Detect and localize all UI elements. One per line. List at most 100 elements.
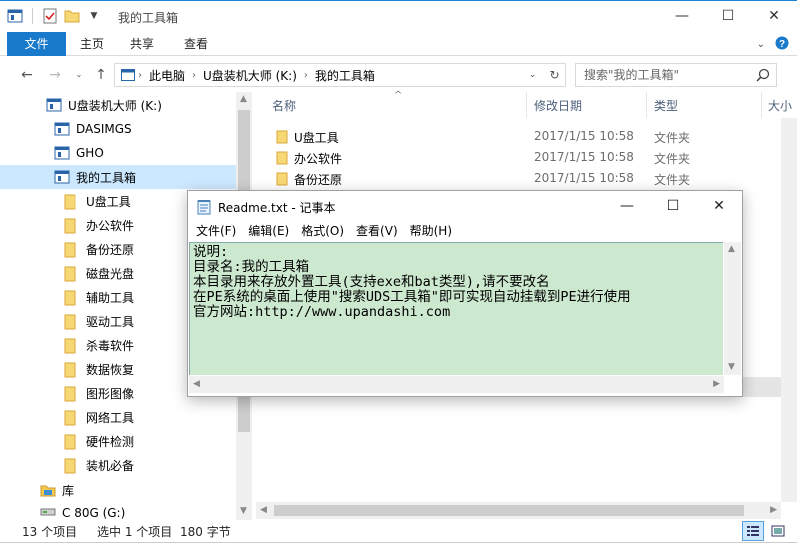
back-button[interactable]: ← [18, 66, 36, 84]
menu-view[interactable]: 查看(V) [350, 221, 404, 241]
tab-file[interactable]: 文件 [7, 32, 66, 56]
file-name: 办公软件 [294, 152, 343, 166]
address-bar[interactable]: › 此电脑 › U盘装机大师 (K:) › 我的工具箱 ⌄ ↻ [114, 63, 566, 87]
customize-toolbar-icon[interactable]: ▼ [85, 7, 103, 25]
address-row: ← → ⌄ ↑ › 此电脑 › U盘装机大师 (K:) › 我的工具箱 ⌄ ↻ … [0, 58, 797, 92]
close-button[interactable]: ✕ [751, 1, 797, 31]
table-row[interactable]: 办公软件 2017/1/15 10:58 文件夹 [256, 147, 797, 168]
folder-icon [64, 458, 80, 474]
ribbon-tabs: 文件 主页 共享 查看 ⌄ ? [0, 32, 797, 56]
menu-edit[interactable]: 编辑(E) [242, 221, 295, 241]
column-header-size[interactable]: 大小 [768, 92, 792, 118]
breadcrumb-separator: › [192, 69, 197, 81]
column-header-date[interactable]: 修改日期 [534, 92, 582, 118]
file-type: 文件夹 [654, 173, 691, 187]
window-title: 我的工具箱 [118, 11, 179, 25]
help-icon[interactable]: ? [775, 36, 789, 53]
quick-access-toolbar: ▼ [6, 7, 103, 25]
nav-item-folder[interactable]: 装机必备 [0, 453, 236, 477]
tab-view[interactable]: 查看 [176, 32, 216, 56]
breadcrumb-current-folder[interactable]: 我的工具箱 [311, 67, 379, 84]
column-divider[interactable] [761, 92, 762, 118]
scroll-right-icon[interactable]: ▶ [770, 505, 777, 515]
notepad-maximize-button[interactable]: ☐ [650, 191, 696, 221]
usb-drive-icon [54, 122, 70, 136]
breadcrumb-separator: › [303, 69, 308, 81]
nav-item-label: 库 [62, 483, 75, 498]
explorer-app-icon[interactable] [6, 7, 24, 25]
notepad-menu-bar: 文件(F) 编辑(E) 格式(O) 查看(V) 帮助(H) [188, 221, 742, 241]
drive-icon [40, 506, 56, 520]
properties-icon[interactable] [41, 7, 59, 25]
details-view-icon[interactable] [742, 521, 764, 541]
menu-help[interactable]: 帮助(H) [404, 221, 458, 241]
scroll-down-icon[interactable]: ▼ [728, 362, 735, 372]
text-line: 官方网站:http://www.upandashi.com [193, 304, 451, 320]
minimize-button[interactable]: — [659, 1, 705, 31]
column-header-type[interactable]: 类型 [654, 92, 678, 118]
forward-button[interactable]: → [46, 66, 64, 84]
nav-item-label: 杀毒软件 [86, 338, 135, 353]
notepad-text-area[interactable]: 说明: 目录名:我的工具箱 本目录用来存放外置工具(支持exe和bat类型),请… [189, 242, 723, 375]
nav-item-drive-g[interactable]: C 80G (G:) [0, 501, 236, 520]
breadcrumb-this-pc[interactable]: 此电脑 [145, 67, 189, 84]
search-input[interactable]: 搜索"我的工具箱" [575, 63, 777, 87]
scroll-up-icon[interactable]: ▲ [240, 94, 247, 104]
maximize-button[interactable]: ☐ [705, 1, 751, 31]
nav-item-label: 备份还原 [86, 242, 135, 257]
usb-drive-icon [46, 98, 62, 112]
address-dropdown-icon[interactable]: ⌄ [521, 64, 543, 86]
notepad-vscrollbar[interactable]: ▲ ▼ [724, 242, 741, 375]
nav-item-label: 磁盘光盘 [86, 266, 135, 281]
usb-drive-icon [54, 170, 70, 184]
scroll-down-icon[interactable]: ▼ [240, 506, 247, 516]
tab-home[interactable]: 主页 [72, 32, 112, 56]
nav-item-label: DASIMGS [76, 122, 132, 136]
table-row[interactable]: U盘工具 2017/1/15 10:58 文件夹 [256, 126, 797, 147]
refresh-icon[interactable]: ↻ [543, 64, 565, 86]
tab-share[interactable]: 共享 [122, 32, 162, 56]
nav-item-usb-drive[interactable]: U盘装机大师 (K:) [0, 93, 236, 117]
menu-format[interactable]: 格式(O) [295, 221, 350, 241]
folder-icon [64, 338, 80, 354]
scroll-up-icon[interactable]: ▲ [728, 244, 735, 254]
folder-icon [64, 434, 80, 450]
hscroll-thumb[interactable] [274, 505, 744, 516]
nav-item-folder[interactable]: 网络工具 [0, 405, 236, 429]
menu-file[interactable]: 文件(F) [190, 221, 242, 241]
new-folder-icon[interactable] [63, 7, 81, 25]
nav-item-gho[interactable]: GHO [0, 141, 236, 165]
breadcrumb-drive[interactable]: U盘装机大师 (K:) [199, 67, 301, 84]
column-header-name[interactable]: 名称 [272, 92, 296, 118]
nav-item-label: C 80G (G:) [62, 506, 126, 520]
notepad-window: Readme.txt - 记事本 — ☐ ✕ 文件(F) 编辑(E) 格式(O)… [187, 190, 743, 397]
expand-ribbon-icon[interactable]: ⌄ [757, 39, 765, 50]
notepad-close-button[interactable]: ✕ [696, 191, 742, 221]
table-row[interactable]: 备份还原 2017/1/15 10:58 文件夹 [256, 168, 797, 189]
column-divider[interactable] [646, 92, 647, 118]
file-name: U盘工具 [294, 131, 339, 145]
scroll-left-icon[interactable]: ◀ [260, 505, 267, 515]
text-line: 本目录用来存放外置工具(支持exe和bat类型),请不要改名 [193, 274, 550, 290]
scroll-right-icon[interactable]: ▶ [713, 379, 720, 389]
content-scrollbar[interactable] [781, 118, 797, 502]
recent-locations-icon[interactable]: ⌄ [70, 66, 88, 84]
notepad-hscrollbar[interactable]: ◀ ▶ [189, 376, 724, 393]
library-icon [40, 483, 56, 497]
nav-item-library[interactable]: 库 [0, 478, 236, 502]
file-date: 2017/1/15 10:58 [534, 150, 634, 164]
large-icons-view-icon[interactable] [768, 522, 788, 540]
nav-item-toolbox[interactable]: 我的工具箱 [0, 165, 236, 189]
scroll-left-icon[interactable]: ◀ [193, 379, 200, 389]
nav-item-dasimgs[interactable]: DASIMGS [0, 117, 236, 141]
column-divider[interactable] [526, 92, 527, 118]
content-hscrollbar[interactable]: ◀ ▶ [256, 502, 781, 519]
notepad-minimize-button[interactable]: — [604, 191, 650, 221]
nav-item-label: U盘工具 [86, 194, 131, 209]
nav-item-folder[interactable]: 硬件检测 [0, 429, 236, 453]
status-size: 180 字节 [180, 525, 231, 539]
up-button[interactable]: ↑ [92, 66, 110, 84]
folder-icon [276, 130, 290, 147]
nav-item-label: 办公软件 [86, 218, 135, 233]
file-type: 文件夹 [654, 131, 691, 145]
